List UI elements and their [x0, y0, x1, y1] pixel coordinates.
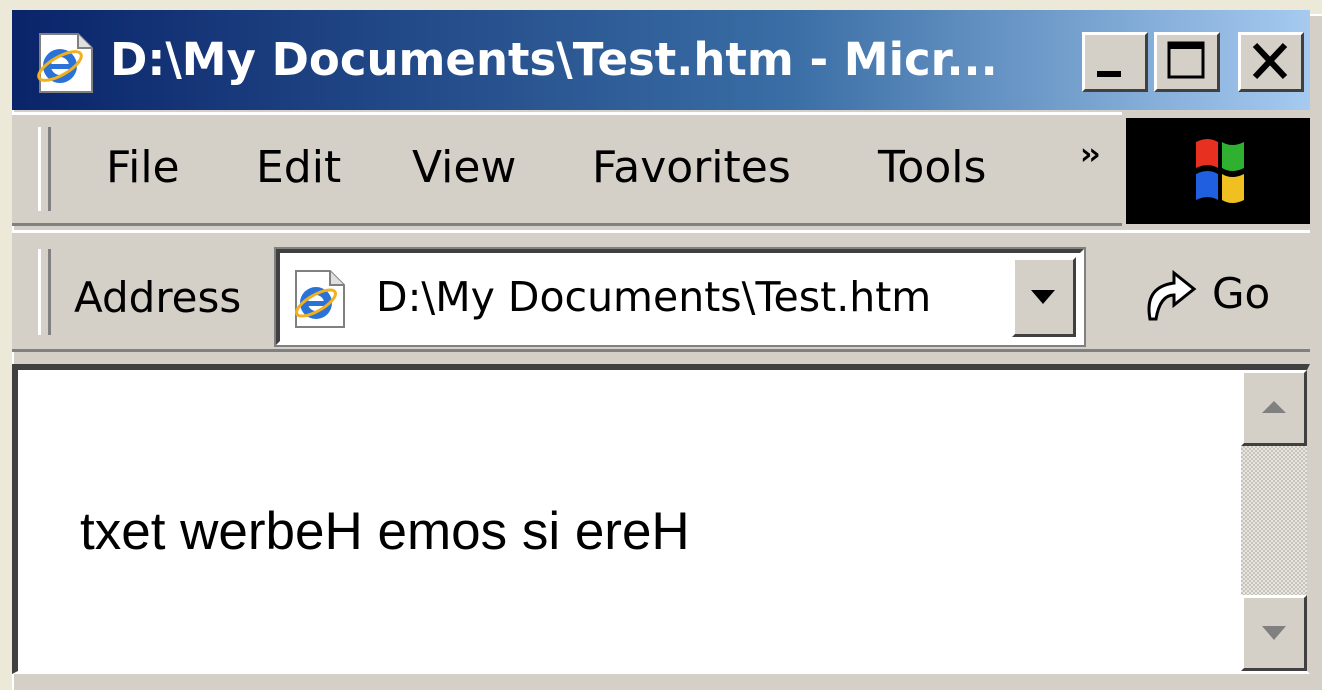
menu-bar: File Edit View Favorites Tools ›› — [12, 112, 1122, 226]
menu-bar-grip[interactable] — [38, 127, 51, 211]
menu-file[interactable]: File — [106, 143, 180, 193]
menu-view[interactable]: View — [412, 143, 516, 193]
menu-edit[interactable]: Edit — [256, 143, 341, 193]
address-bar-grip[interactable] — [38, 249, 51, 335]
go-label: Go — [1212, 269, 1271, 318]
address-dropdown-button[interactable] — [1012, 257, 1076, 337]
close-button[interactable] — [1238, 32, 1304, 92]
vertical-scrollbar[interactable] — [1241, 370, 1307, 671]
menu-favorites[interactable]: Favorites — [592, 143, 791, 193]
scroll-down-arrow-icon — [1262, 626, 1286, 640]
title-bar[interactable]: D:\My Documents\Test.htm - Micr... — [12, 10, 1310, 110]
window-title: D:\My Documents\Test.htm - Micr... — [110, 33, 998, 86]
minimize-icon — [1097, 71, 1121, 77]
address-value: D:\My Documents\Test.htm — [376, 273, 932, 321]
address-bar: Address D:\My Documents\Test.htm Go — [12, 230, 1310, 352]
maximize-icon — [1167, 41, 1205, 79]
close-icon — [1252, 42, 1288, 80]
scroll-down-button[interactable] — [1241, 595, 1307, 671]
go-button[interactable]: Go — [1132, 259, 1272, 329]
scroll-up-button[interactable] — [1241, 370, 1307, 446]
scroll-up-arrow-icon — [1262, 401, 1286, 413]
dropdown-arrow-icon — [1031, 290, 1055, 304]
maximize-button[interactable] — [1154, 32, 1220, 92]
internet-explorer-page-icon — [290, 267, 352, 331]
menu-tools[interactable]: Tools — [878, 143, 986, 193]
chevron-double-right-icon[interactable]: ›› — [1080, 137, 1101, 172]
minimize-button[interactable] — [1082, 32, 1148, 92]
page-content[interactable]: Here is some Hebrew text — [12, 364, 1310, 674]
address-label: Address — [74, 273, 242, 322]
windows-logo-icon — [1196, 139, 1244, 203]
page-text: Here is some Hebrew text — [80, 502, 690, 561]
go-arrow-icon — [1147, 269, 1197, 321]
address-field[interactable]: D:\My Documents\Test.htm — [274, 247, 1086, 347]
throbber — [1126, 118, 1310, 224]
internet-explorer-icon[interactable] — [34, 28, 98, 96]
